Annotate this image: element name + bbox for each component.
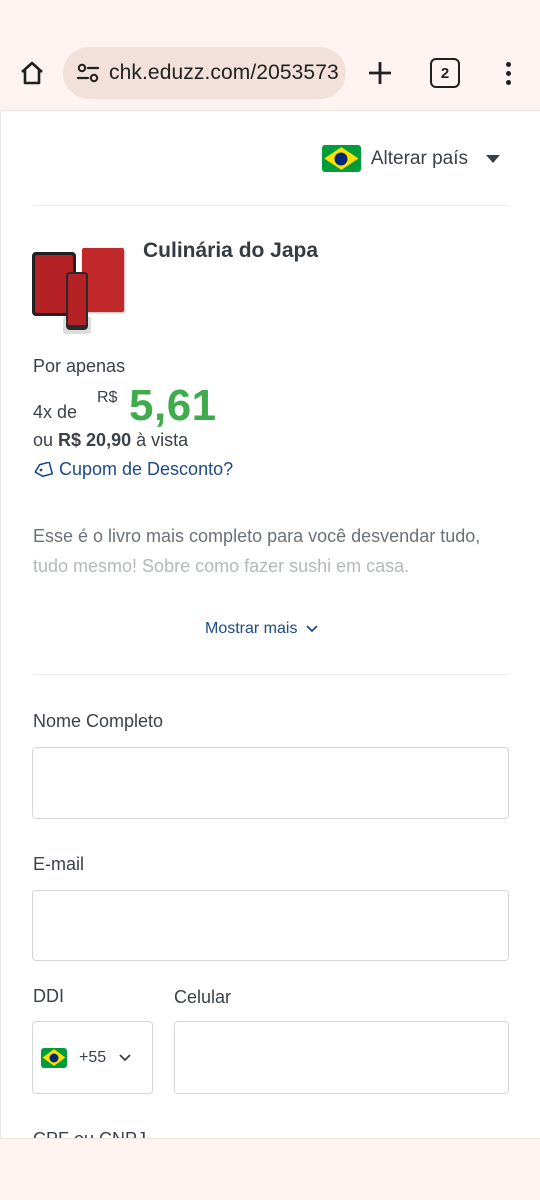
product-title: Culinária do Japa <box>143 239 319 262</box>
checkout-page: Alterar país Culinária do Japa Por apena… <box>0 110 540 1138</box>
cpf-label: CPF ou CNPJ <box>33 1129 146 1138</box>
description-line: tudo mesmo! Sobre como fazer sushi em ca… <box>33 556 410 576</box>
product-description: Esse é o livro mais completo para você d… <box>33 521 509 581</box>
plus-icon <box>369 62 391 84</box>
phone-input[interactable] <box>174 1021 509 1094</box>
ddi-value: +55 <box>79 1048 107 1066</box>
brazil-flag-icon <box>321 145 361 172</box>
chevron-down-icon <box>306 625 319 633</box>
url-text[interactable]: chk.eduzz.com/2053573 <box>109 61 339 85</box>
cash-price-amount: R$ 20,90 <box>58 430 132 450</box>
site-settings-icon[interactable] <box>73 61 103 85</box>
browser-toolbar: chk.eduzz.com/2053573 2 <box>0 0 540 110</box>
installment-price: 5,61 <box>129 381 217 430</box>
description-line: Esse é o livro mais completo para você d… <box>33 526 481 546</box>
cash-price-prefix: ou <box>33 430 59 450</box>
address-bar[interactable]: chk.eduzz.com/2053573 <box>63 47 346 99</box>
cash-price-suffix: à vista <box>131 430 189 450</box>
brazil-flag-icon <box>41 1047 67 1068</box>
coupon-label[interactable]: Cupom de Desconto? <box>59 459 233 480</box>
browser-bottom-bar <box>0 1138 540 1200</box>
show-more-label[interactable]: Mostrar mais <box>205 620 297 638</box>
country-selector[interactable]: Alterar país <box>321 145 500 172</box>
caret-down-icon[interactable] <box>486 154 500 163</box>
installments-label: 4x de <box>33 402 78 422</box>
more-vert-icon[interactable] <box>494 55 522 91</box>
product-image <box>32 246 128 334</box>
show-more-button[interactable]: Mostrar mais <box>205 620 319 638</box>
country-selector-label[interactable]: Alterar país <box>371 148 468 170</box>
tabs-icon[interactable]: 2 <box>430 58 460 88</box>
header-divider <box>33 205 508 206</box>
new-tab-button[interactable] <box>362 55 398 91</box>
cash-price: ou R$ 20,90 à vista <box>33 430 188 451</box>
currency-symbol: R$ <box>97 389 118 406</box>
home-icon <box>21 61 43 85</box>
email-field[interactable] <box>32 890 509 961</box>
tag-icon <box>34 461 53 477</box>
name-label: Nome Completo <box>33 711 164 731</box>
full-name-input[interactable] <box>32 747 509 819</box>
tab-count: 2 <box>440 64 450 82</box>
home-button[interactable] <box>14 55 50 91</box>
chevron-down-icon <box>119 1053 131 1061</box>
coupon-link[interactable]: Cupom de Desconto? <box>33 459 233 480</box>
ddi-label: DDI <box>33 986 64 1006</box>
price-intro: Por apenas <box>33 356 126 376</box>
email-label: E-mail <box>33 854 85 874</box>
ddi-select[interactable]: +55 <box>32 1021 153 1094</box>
phone-label: Celular <box>174 987 232 1007</box>
section-divider <box>33 674 508 675</box>
